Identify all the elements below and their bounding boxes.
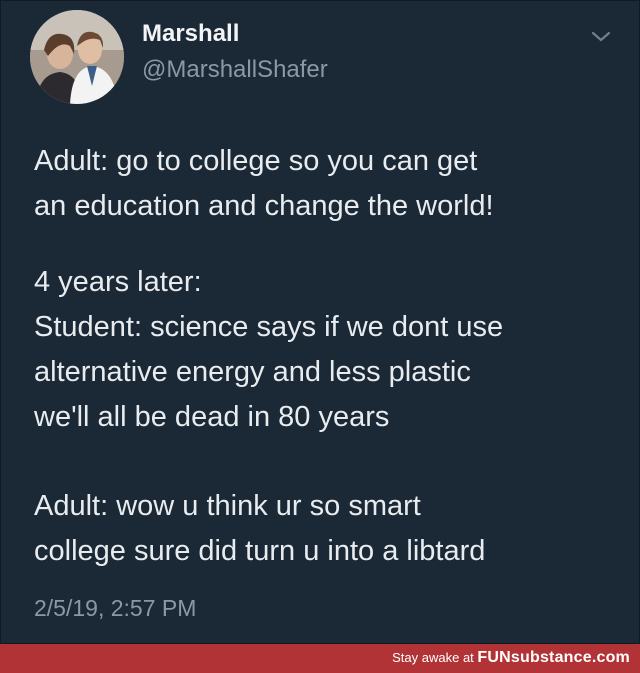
tweet-timestamp[interactable]: 2/5/19, 2:57 PM <box>34 595 196 622</box>
tweet-paragraph: Adult: go to college so you can get an e… <box>34 139 624 229</box>
tweet-card: Marshall @MarshallShafer Adult: go to co… <box>0 0 640 644</box>
watermark-footer: Stay awake at FUNsubstance.com <box>0 644 640 673</box>
tweet-line: Adult: go to college so you can get <box>34 145 478 177</box>
tweet-line: college sure did turn u into a libtard <box>34 535 486 567</box>
watermark-text: Stay awake at FUNsubstance.com <box>392 649 630 667</box>
tweet-line: we'll all be dead in 80 years <box>34 401 390 433</box>
tweet-line: Adult: wow u think ur so smart <box>34 490 421 522</box>
tweet-paragraph: 4 years later: Student: science says if … <box>34 260 624 440</box>
tweet-line: 4 years later: <box>34 266 202 298</box>
tweet-line: an education and change the world! <box>34 190 494 222</box>
user-handle[interactable]: @MarshallShafer <box>142 56 328 84</box>
avatar[interactable] <box>30 10 124 104</box>
watermark-brand[interactable]: FUNsubstance.com <box>477 649 630 666</box>
chevron-down-icon[interactable] <box>588 26 614 46</box>
tweet-line: Student: science says if we dont use <box>34 311 504 343</box>
tweet-line: alternative energy and less plastic <box>34 356 471 388</box>
tweet-paragraph: Adult: wow u think ur so smart college s… <box>34 484 624 574</box>
profile-photo-icon <box>30 10 124 104</box>
display-name[interactable]: Marshall <box>142 20 239 48</box>
watermark-prefix: Stay awake at <box>392 650 478 665</box>
